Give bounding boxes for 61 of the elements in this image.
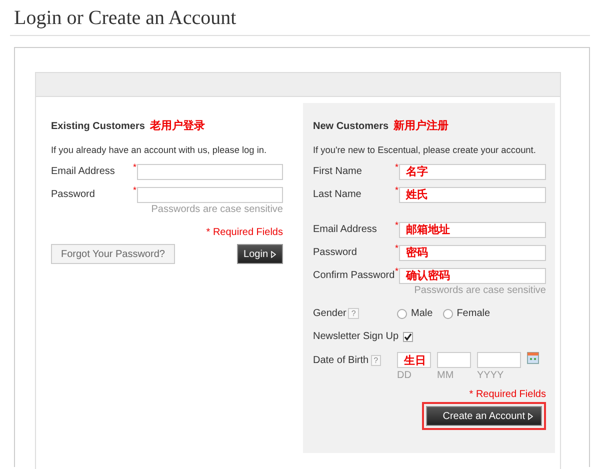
field-label: Password [51, 189, 96, 200]
required-marker: * [395, 243, 399, 253]
required-marker: * [395, 162, 399, 172]
annotation-text: 密码 [406, 246, 428, 260]
calendar-icon[interactable] [527, 352, 539, 364]
field-label: First Name [313, 166, 363, 177]
input-field[interactable]: 生日 [397, 352, 431, 368]
input-field[interactable] [137, 164, 283, 180]
help-badge[interactable]: ? [348, 308, 359, 319]
login-button[interactable]: Login [236, 244, 283, 264]
field-label: Gender [313, 308, 346, 319]
forgot-password-button[interactable]: Forgot Your Password? [51, 244, 175, 264]
field-caption: MM [437, 370, 455, 381]
help-badge[interactable]: ? [370, 355, 382, 366]
required-marker: * [133, 185, 137, 195]
section-heading: Existing Customers [51, 121, 145, 132]
radio-button[interactable] [397, 308, 407, 318]
annotation-text: 邮箱地址 [406, 222, 450, 237]
radio-button[interactable] [442, 308, 453, 318]
required-note: * Required Fields [205, 227, 283, 238]
play-icon [271, 250, 276, 258]
field-hint: Passwords are case sensitive [413, 285, 546, 296]
input-field[interactable] [437, 352, 471, 368]
checkbox[interactable] [402, 332, 413, 342]
radio-label: Female [456, 308, 490, 319]
required-note: * Required Fields [468, 389, 546, 400]
required-marker: * [395, 266, 399, 276]
intro-text: If you're new to Escentual, please create your account. [313, 145, 537, 155]
field-label: Confirm Password [313, 270, 395, 281]
field-label: Email Address [313, 224, 378, 235]
input-field[interactable]: 确认密码 [399, 268, 546, 284]
annotation-text: 新用户注册 [394, 118, 449, 133]
input-field[interactable]: 邮箱地址 [399, 222, 546, 238]
field-label: Password [313, 247, 358, 258]
input-field[interactable]: 姓氏 [399, 186, 546, 202]
page-title: Login or Create an Account [13, 6, 238, 31]
required-marker: * [395, 185, 399, 195]
field-caption: YYYY [477, 370, 505, 381]
field-hint: Passwords are case sensitive [150, 204, 283, 215]
input-field[interactable]: 名字 [399, 164, 546, 180]
input-field[interactable]: 密码 [399, 244, 546, 260]
input-field[interactable] [477, 352, 521, 368]
required-marker: * [133, 162, 137, 172]
play-icon [528, 412, 533, 420]
annotation-text: 名字 [406, 164, 428, 179]
field-label: Email Address [51, 166, 116, 177]
annotation-text: 生日 [404, 354, 426, 368]
field-caption: DD [397, 370, 412, 381]
annotation-text: 姓氏 [406, 188, 428, 202]
intro-text: If you already have an account with us, please log in. [51, 145, 268, 155]
field-label: Date of Birth [313, 355, 369, 366]
annotation-text: 确认密码 [406, 268, 450, 283]
annotation-text: 老用户登录 [150, 118, 205, 133]
section-heading: New Customers [313, 121, 389, 132]
required-marker: * [395, 220, 399, 230]
radio-label: Male [411, 308, 433, 319]
field-label: Newsletter Sign Up [313, 331, 399, 342]
input-field[interactable] [137, 186, 283, 202]
check-icon [404, 332, 412, 340]
field-label: Last Name [313, 189, 362, 200]
create-account-button[interactable]: Create an Account [426, 406, 542, 426]
